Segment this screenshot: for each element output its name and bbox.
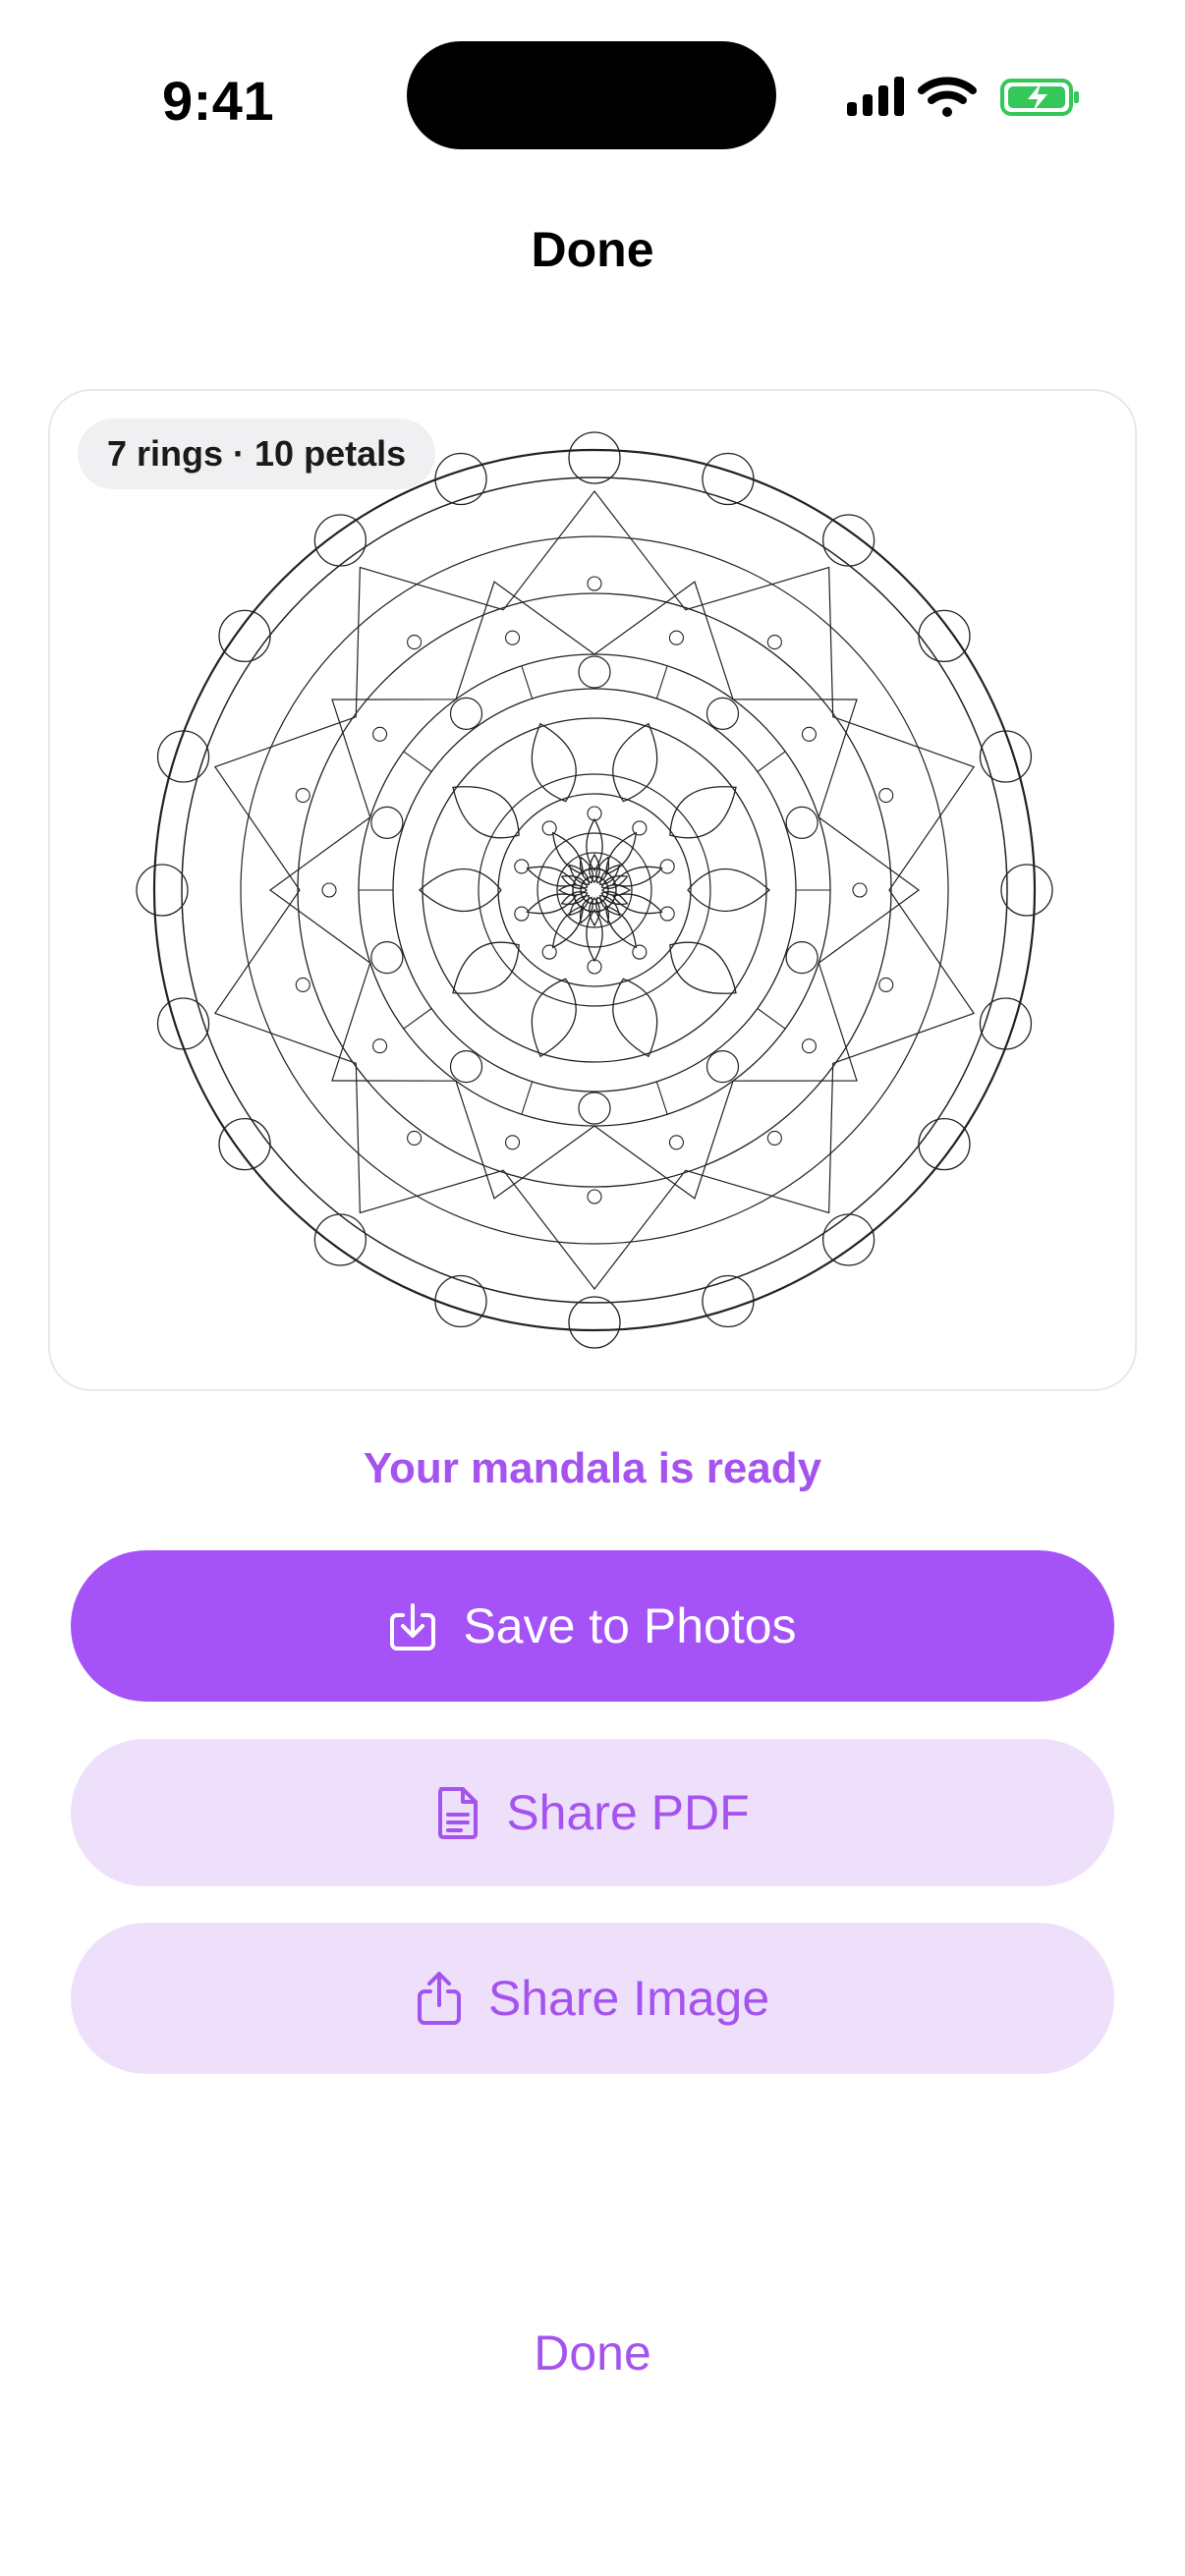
share-image-label: Share Image xyxy=(487,1971,770,2026)
save-to-photos-button[interactable]: Save to Photos xyxy=(71,1550,1114,1702)
cellular-signal-icon xyxy=(847,77,904,116)
share-image-button[interactable]: Share Image xyxy=(71,1923,1114,2074)
dynamic-island xyxy=(407,41,776,149)
document-icon xyxy=(438,1787,479,1839)
mandala-image xyxy=(136,431,1053,1349)
battery-charging-icon xyxy=(1000,79,1079,116)
mandala-preview-card: 7 rings · 10 petals xyxy=(48,389,1137,1391)
page-title: Done xyxy=(531,222,654,277)
save-to-photos-label: Save to Photos xyxy=(463,1598,797,1653)
status-time: 9:41 xyxy=(162,70,275,132)
done-button[interactable]: Done xyxy=(0,2324,1185,2381)
share-pdf-button[interactable]: Share PDF xyxy=(71,1739,1114,1886)
share-pdf-label: Share PDF xyxy=(506,1785,750,1840)
ready-message: Your mandala is ready xyxy=(363,1444,822,1492)
wifi-icon xyxy=(918,77,977,117)
status-icons xyxy=(847,77,1079,117)
save-download-icon xyxy=(390,1603,436,1651)
mandala-info-badge: 7 rings · 10 petals xyxy=(78,419,436,489)
share-upload-icon xyxy=(417,1972,461,2025)
